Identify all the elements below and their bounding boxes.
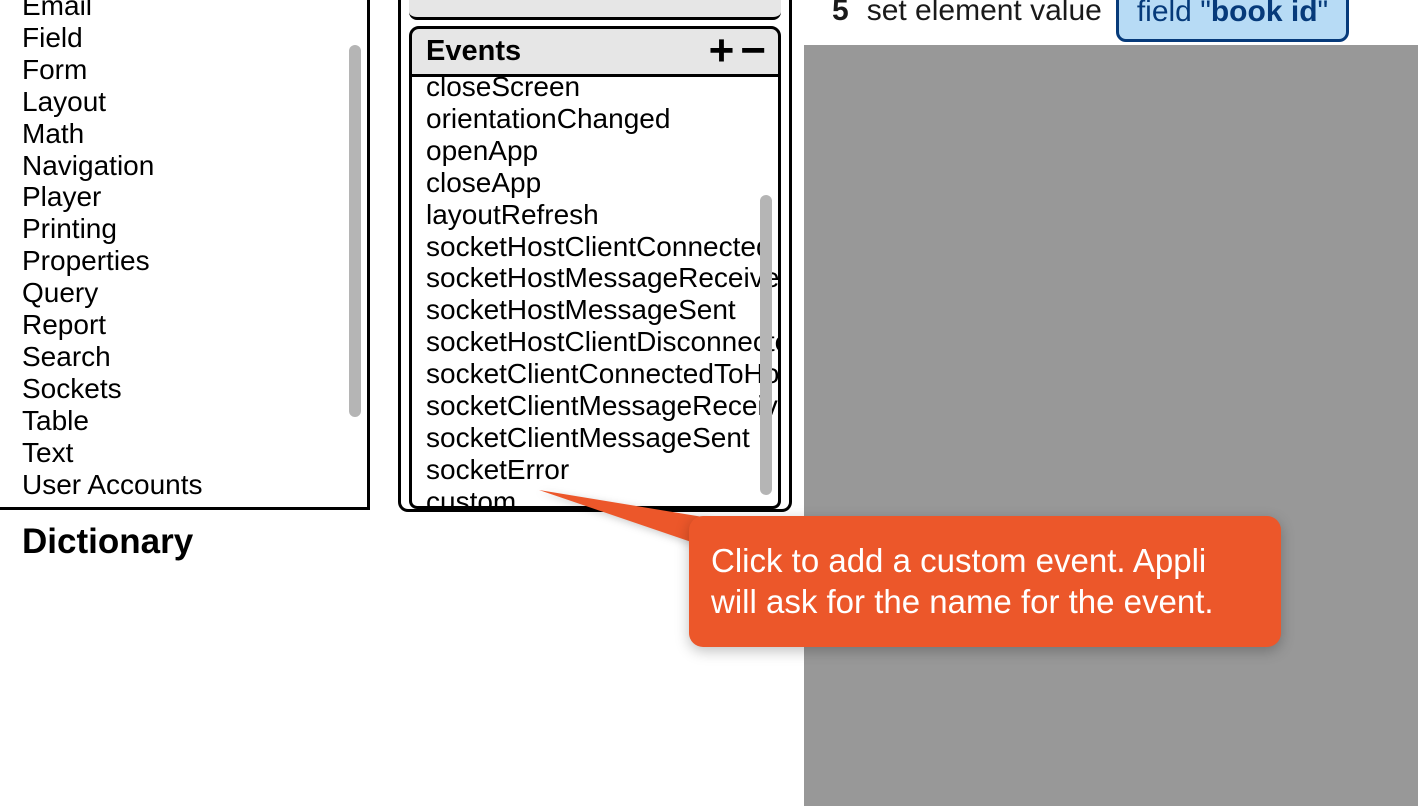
- event-item[interactable]: socketClientConnectedToHost: [426, 358, 748, 390]
- scrollbar-thumb[interactable]: [760, 195, 772, 495]
- callout-tooltip: Click to add a custom event. Appli will …: [689, 516, 1281, 647]
- step-action-text: set element value: [867, 0, 1102, 28]
- field-suffix: ": [1318, 0, 1329, 28]
- event-item[interactable]: socketHostClientConnected: [426, 231, 748, 263]
- callout-text: Click to add a custom event. Appli will …: [711, 542, 1214, 620]
- category-item[interactable]: Player: [22, 181, 339, 213]
- events-panel-spacer: [409, 0, 781, 20]
- field-name: book id: [1211, 0, 1318, 28]
- events-panel: Events + − closeScreenorientationChanged…: [398, 0, 792, 512]
- event-item[interactable]: orientationChanged: [426, 103, 748, 135]
- category-item[interactable]: Field: [22, 22, 339, 54]
- category-item[interactable]: Table: [22, 405, 339, 437]
- category-item[interactable]: Layout: [22, 86, 339, 118]
- remove-event-icon[interactable]: −: [740, 38, 766, 64]
- dictionary-heading: Dictionary: [22, 522, 193, 562]
- event-item[interactable]: openApp: [426, 135, 748, 167]
- event-item[interactable]: closeScreen: [426, 77, 748, 103]
- canvas-background: [804, 0, 1418, 806]
- events-title: Events: [426, 35, 521, 68]
- category-item[interactable]: Email: [22, 0, 339, 22]
- category-item[interactable]: Report: [22, 309, 339, 341]
- category-item[interactable]: Navigation: [22, 150, 339, 182]
- add-event-icon[interactable]: +: [709, 38, 735, 64]
- event-item[interactable]: layoutRefresh: [426, 199, 748, 231]
- event-item[interactable]: socketHostMessageSent: [426, 294, 748, 326]
- event-item[interactable]: socketHostClientDisconnected: [426, 326, 748, 358]
- event-item[interactable]: socketClientMessageReceived: [426, 390, 748, 422]
- field-reference-pill[interactable]: field "book id": [1116, 0, 1349, 42]
- category-item[interactable]: Search: [22, 341, 339, 373]
- category-item[interactable]: Properties: [22, 245, 339, 277]
- category-item[interactable]: User Accounts: [22, 469, 339, 501]
- event-item[interactable]: closeApp: [426, 167, 748, 199]
- category-item[interactable]: Form: [22, 54, 339, 86]
- category-item[interactable]: Text: [22, 437, 339, 469]
- event-item[interactable]: socketHostMessageReceived: [426, 262, 748, 294]
- events-list: closeScreenorientationChangedopenAppclos…: [426, 77, 748, 509]
- categories-list: EmailFieldFormLayoutMathNavigationPlayer…: [22, 0, 339, 501]
- category-item[interactable]: Printing: [22, 213, 339, 245]
- category-item[interactable]: Query: [22, 277, 339, 309]
- categories-panel: EmailFieldFormLayoutMathNavigationPlayer…: [0, 0, 370, 510]
- category-item[interactable]: Sockets: [22, 373, 339, 405]
- event-item[interactable]: socketClientMessageSent: [426, 422, 748, 454]
- events-header: Events + −: [409, 26, 781, 77]
- scrollbar-thumb[interactable]: [349, 45, 361, 417]
- step-number: 5: [832, 0, 849, 28]
- category-item[interactable]: Math: [22, 118, 339, 150]
- events-body: closeScreenorientationChangedopenAppclos…: [409, 77, 781, 509]
- field-prefix: field ": [1137, 0, 1211, 28]
- event-item[interactable]: socketError: [426, 454, 748, 486]
- action-step-row: 5 set element value field "book id": [804, 0, 1418, 45]
